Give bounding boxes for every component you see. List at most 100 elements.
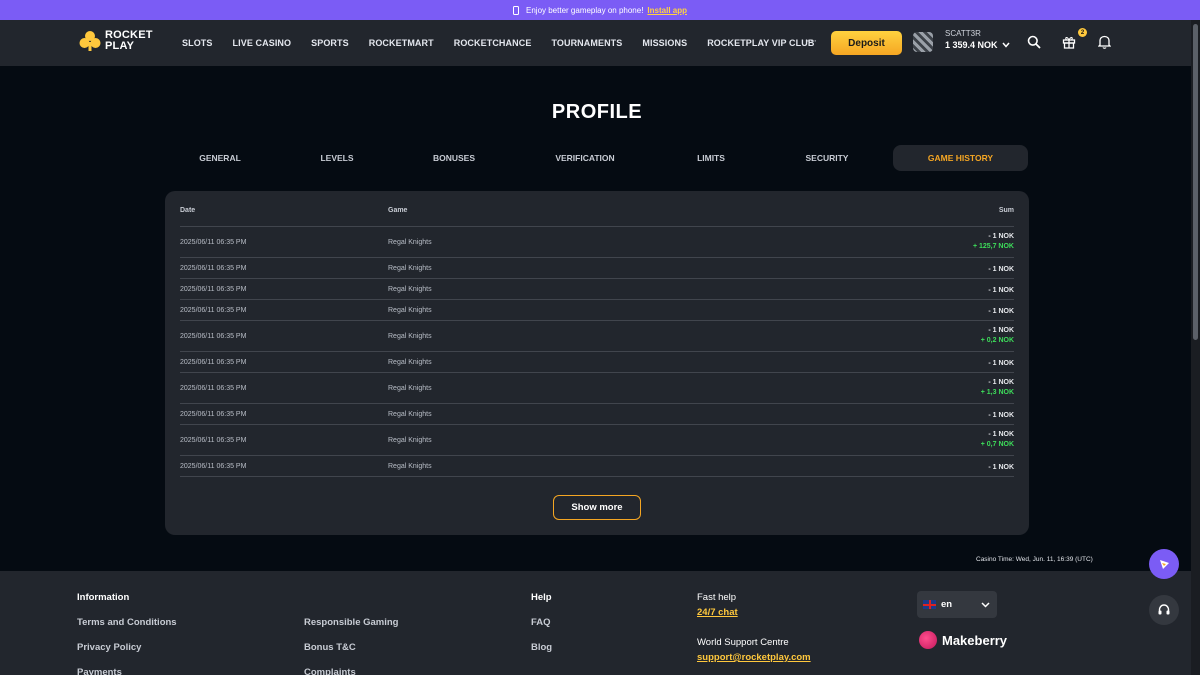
site-logo[interactable]: ROCKET PLAY	[79, 30, 153, 52]
promo-text: Enjoy better gameplay on phone!	[526, 5, 644, 15]
row-game: Regal Knights	[388, 333, 432, 340]
user-balance-menu[interactable]: SCATT3R 1 359.4 NOK	[945, 29, 1010, 50]
row-game: Regal Knights	[388, 359, 432, 366]
tab-general[interactable]: GENERAL	[165, 145, 275, 171]
table-row: 2025/06/11 06:35 PM Regal Knights - 1 NOK	[180, 403, 1014, 424]
nav-rocketplay-vip-club[interactable]: ROCKETPLAY VIP CLUB	[707, 38, 814, 48]
bet-amount: - 1 NOK	[988, 412, 1014, 419]
phone-icon	[513, 5, 519, 15]
row-date: 2025/06/11 06:35 PM	[180, 286, 247, 293]
row-sum: - 1 NOK	[988, 286, 1014, 296]
tab-security[interactable]: SECURITY	[761, 145, 893, 171]
row-game: Regal Knights	[388, 437, 432, 444]
row-game: Regal Knights	[388, 463, 432, 470]
uk-flag-icon	[923, 600, 936, 609]
row-sum: - 1 NOK + 0,7 NOK	[981, 430, 1014, 450]
makeberry-icon	[919, 631, 937, 649]
support-email-link[interactable]: support@rocketplay.com	[697, 652, 811, 663]
rocket-assistant-button[interactable]	[1149, 549, 1179, 579]
col-header-sum: Sum	[998, 207, 1014, 214]
support-centre-label: World Support Centre	[697, 637, 789, 648]
promo-bar: Enjoy better gameplay on phone! Install …	[0, 0, 1200, 20]
payments-link[interactable]: Payments	[77, 667, 122, 675]
row-date: 2025/06/11 06:35 PM	[180, 385, 247, 392]
avatar[interactable]	[913, 32, 933, 52]
row-sum: - 1 NOK + 1,3 NOK	[981, 378, 1014, 398]
nav-missions[interactable]: MISSIONS	[642, 38, 687, 48]
row-sum: - 1 NOK	[988, 265, 1014, 275]
row-date: 2025/06/11 06:35 PM	[180, 411, 247, 418]
chevron-down-icon	[981, 601, 990, 608]
terms-link[interactable]: Terms and Conditions	[77, 617, 177, 628]
table-row: 2025/06/11 06:35 PM Regal Knights - 1 NOK	[180, 455, 1014, 476]
top-header: ROCKET PLAY SLOTS LIVE CASINO SPORTS ROCKET…	[0, 20, 1200, 66]
history-table: 2025/06/11 06:35 PM Regal Knights - 1 NOK +…	[180, 226, 1014, 477]
scrollbar-thumb[interactable]	[1193, 24, 1198, 340]
blog-link[interactable]: Blog	[531, 642, 552, 653]
row-game: Regal Knights	[388, 265, 432, 272]
row-game: Regal Knights	[388, 307, 432, 314]
live-chat-link[interactable]: 24/7 chat	[697, 607, 738, 618]
table-row: 2025/06/11 06:35 PM Regal Knights - 1 NOK +…	[180, 226, 1014, 257]
row-sum: - 1 NOK	[988, 463, 1014, 473]
privacy-link[interactable]: Privacy Policy	[77, 642, 141, 653]
table-row: 2025/06/11 06:35 PM Regal Knights - 1 NOK +…	[180, 424, 1014, 455]
responsible-gaming-link[interactable]: Responsible Gaming	[304, 617, 399, 628]
bell-icon[interactable]	[1098, 35, 1111, 49]
tab-game-history[interactable]: GAME HISTORY	[893, 145, 1028, 171]
tab-levels[interactable]: LEVELS	[275, 145, 399, 171]
nav-more-button[interactable]: ···	[806, 35, 817, 47]
support-chat-button[interactable]	[1149, 595, 1179, 625]
nav-sports[interactable]: SPORTS	[311, 38, 349, 48]
play-arrow-icon	[1160, 560, 1169, 569]
row-sum: - 1 NOK	[988, 307, 1014, 317]
search-icon[interactable]	[1027, 35, 1041, 49]
main-nav: SLOTS LIVE CASINO SPORTS ROCKETMART ROCKETCH…	[182, 20, 834, 66]
deposit-button[interactable]: Deposit	[831, 31, 902, 55]
bet-amount: - 1 NOK	[988, 327, 1014, 334]
win-amount: + 0,2 NOK	[980, 337, 1014, 344]
nav-tournaments[interactable]: TOURNAMENTS	[551, 38, 622, 48]
table-end-divider	[180, 476, 1014, 477]
game-history-card: Date Game Sum 2025/06/11 06:35 PM Regal K…	[165, 191, 1029, 535]
table-row: 2025/06/11 06:35 PM Regal Knights - 1 NOK +…	[180, 320, 1014, 351]
nav-rocketchance[interactable]: ROCKETCHANCE	[454, 38, 532, 48]
show-more-button[interactable]: Show more	[553, 495, 641, 520]
help-heading: Help	[531, 592, 552, 603]
tab-verification[interactable]: VERIFICATION	[509, 145, 661, 171]
bet-amount: - 1 NOK	[988, 287, 1014, 294]
nav-slots[interactable]: SLOTS	[182, 38, 213, 48]
language-select[interactable]: en	[917, 591, 997, 618]
bet-amount: - 1 NOK	[988, 379, 1014, 386]
tab-limits[interactable]: LIMITS	[661, 145, 761, 171]
complaints-link[interactable]: Complaints	[304, 667, 356, 675]
footer: Information Terms and Conditions Privacy…	[0, 571, 1191, 675]
bet-amount: - 1 NOK	[988, 308, 1014, 315]
win-amount: + 125,7 NOK	[972, 243, 1014, 250]
row-sum: - 1 NOK + 125,7 NOK	[973, 232, 1014, 252]
row-game: Regal Knights	[388, 286, 432, 293]
information-heading: Information	[77, 592, 130, 603]
row-sum: - 1 NOK	[988, 411, 1014, 421]
table-row: 2025/06/11 06:35 PM Regal Knights - 1 NOK	[180, 257, 1014, 278]
fast-help-label: Fast help	[697, 592, 737, 603]
nav-rocketmart[interactable]: ROCKETMART	[369, 38, 434, 48]
club-logo-icon	[79, 31, 101, 51]
chevron-down-icon	[1001, 42, 1010, 48]
balance: 1 359.4 NOK	[945, 40, 1010, 50]
row-game: Regal Knights	[388, 239, 432, 246]
row-game: Regal Knights	[388, 411, 432, 418]
headset-icon	[1158, 604, 1170, 615]
logo-wordmark: ROCKET PLAY	[105, 29, 153, 52]
gift-icon[interactable]	[1062, 35, 1076, 49]
win-amount: + 1,3 NOK	[980, 389, 1014, 396]
faq-link[interactable]: FAQ	[531, 617, 551, 628]
tab-bonuses[interactable]: BONUSES	[399, 145, 509, 171]
casino-time: Casino Time: Wed, Jun. 11, 16:39 (UTC)	[976, 556, 1093, 563]
bet-amount: - 1 NOK	[988, 360, 1014, 367]
bonus-tc-link[interactable]: Bonus T&C	[304, 642, 356, 653]
gift-count-badge: 2	[1078, 28, 1087, 37]
install-app-link[interactable]: Install app	[647, 6, 687, 15]
col-header-game: Game	[388, 207, 408, 214]
nav-live-casino[interactable]: LIVE CASINO	[233, 38, 292, 48]
